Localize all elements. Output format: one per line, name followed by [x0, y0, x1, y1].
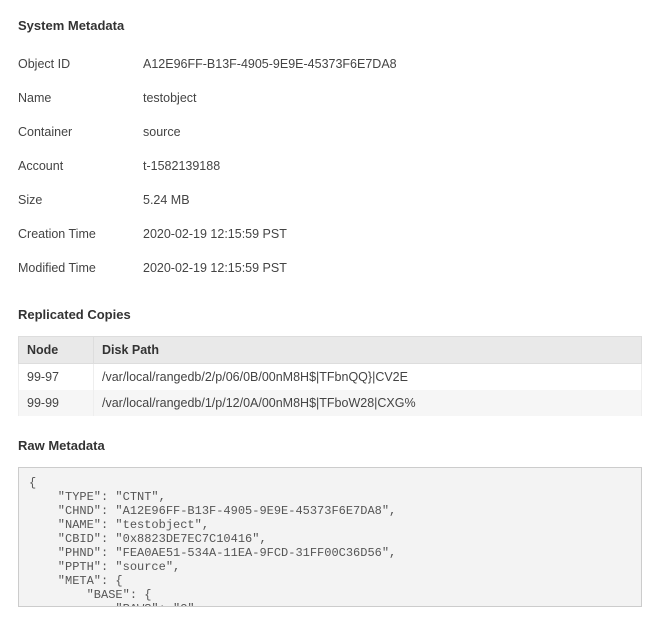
meta-label: Size — [18, 193, 143, 207]
table-row: 99-99 /var/local/rangedb/1/p/12/0A/00nM8… — [19, 390, 642, 416]
meta-label: Container — [18, 125, 143, 139]
meta-value: testobject — [143, 91, 197, 105]
cell-disk-path: /var/local/rangedb/1/p/12/0A/00nM8H$|TFb… — [94, 390, 642, 416]
meta-label: Modified Time — [18, 261, 143, 275]
raw-metadata-box[interactable]: { "TYPE": "CTNT", "CHND": "A12E96FF-B13F… — [18, 467, 642, 607]
meta-label: Creation Time — [18, 227, 143, 241]
replicated-copies-table: Node Disk Path 99-97 /var/local/rangedb/… — [18, 336, 642, 416]
meta-value: 5.24 MB — [143, 193, 190, 207]
meta-label: Account — [18, 159, 143, 173]
meta-row: Creation Time 2020-02-19 12:15:59 PST — [18, 217, 642, 251]
meta-row: Container source — [18, 115, 642, 149]
cell-disk-path: /var/local/rangedb/2/p/06/0B/00nM8H$|TFb… — [94, 364, 642, 391]
meta-row: Account t-1582139188 — [18, 149, 642, 183]
system-metadata-heading: System Metadata — [18, 18, 642, 33]
meta-value: 2020-02-19 12:15:59 PST — [143, 227, 287, 241]
meta-value: source — [143, 125, 181, 139]
column-header-node: Node — [19, 337, 94, 364]
meta-row: Size 5.24 MB — [18, 183, 642, 217]
meta-value: t-1582139188 — [143, 159, 220, 173]
raw-metadata-heading: Raw Metadata — [18, 438, 642, 453]
replicated-copies-heading: Replicated Copies — [18, 307, 642, 322]
cell-node: 99-97 — [19, 364, 94, 391]
table-row: 99-97 /var/local/rangedb/2/p/06/0B/00nM8… — [19, 364, 642, 391]
cell-node: 99-99 — [19, 390, 94, 416]
meta-row: Modified Time 2020-02-19 12:15:59 PST — [18, 251, 642, 285]
meta-value: 2020-02-19 12:15:59 PST — [143, 261, 287, 275]
column-header-disk-path: Disk Path — [94, 337, 642, 364]
meta-label: Name — [18, 91, 143, 105]
meta-label: Object ID — [18, 57, 143, 71]
meta-value: A12E96FF-B13F-4905-9E9E-45373F6E7DA8 — [143, 57, 397, 71]
meta-row: Object ID A12E96FF-B13F-4905-9E9E-45373F… — [18, 47, 642, 81]
system-metadata-list: Object ID A12E96FF-B13F-4905-9E9E-45373F… — [18, 47, 642, 285]
meta-row: Name testobject — [18, 81, 642, 115]
